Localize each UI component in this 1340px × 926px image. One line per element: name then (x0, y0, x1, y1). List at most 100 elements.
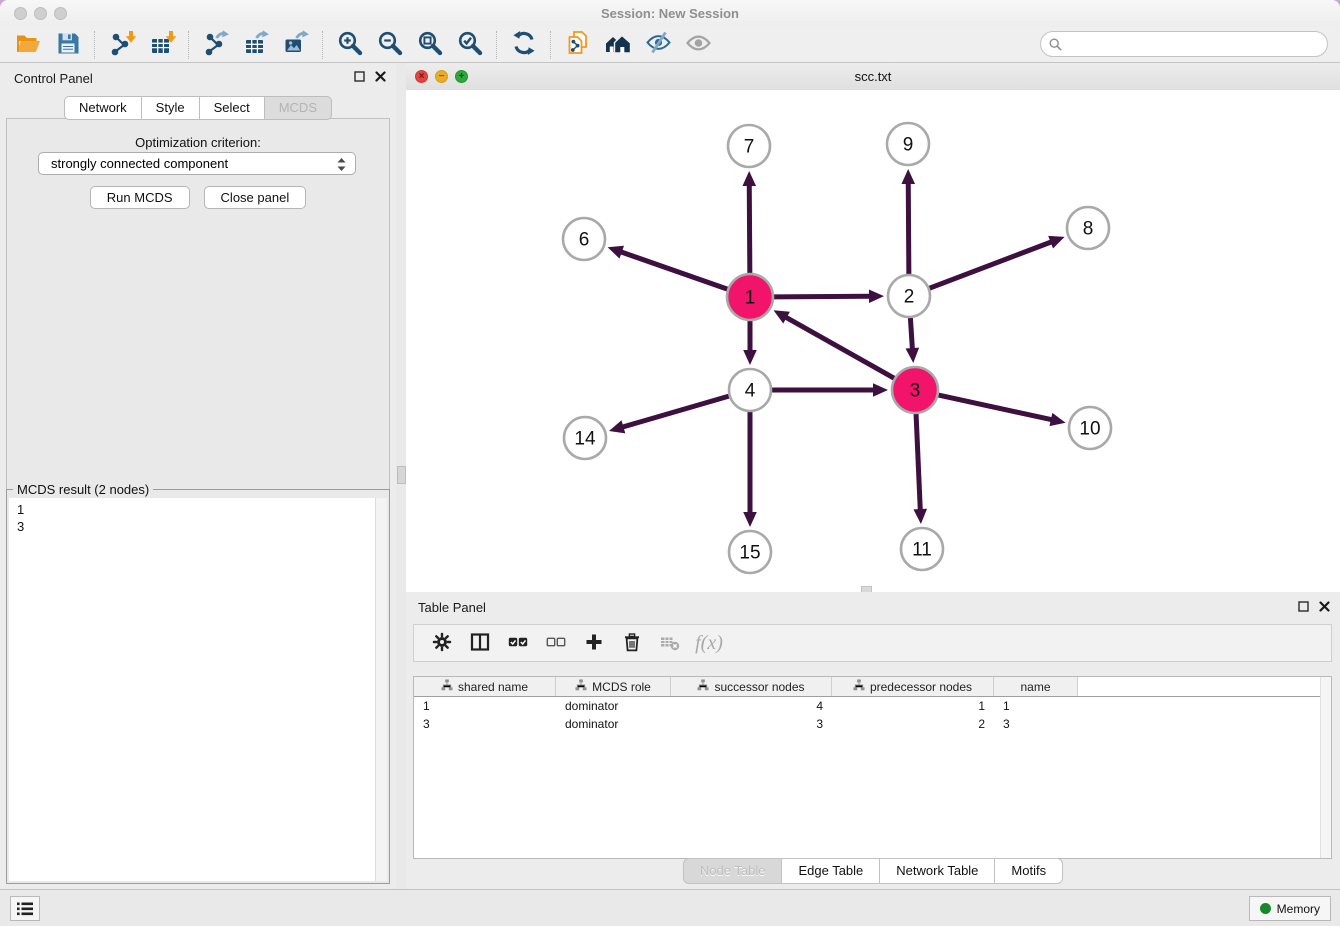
app-window: Session: New Session Control Panel Netwo… (0, 0, 1340, 926)
network-graph[interactable]: 7968124314101511 (406, 90, 1340, 592)
float-panel-icon[interactable] (354, 71, 365, 82)
tab-select[interactable]: Select (200, 96, 265, 120)
arrowhead-1-4 (743, 350, 757, 365)
task-history-button[interactable] (10, 896, 40, 921)
node-table[interactable]: shared name MCDS role successor nodesprede… (413, 676, 1332, 859)
table-cell[interactable]: 1 (994, 699, 1078, 715)
control-panel-header: Control Panel (0, 63, 396, 93)
column-header-predecessor-nodes[interactable]: predecessor nodes (832, 677, 994, 696)
table-cell[interactable]: 3 (994, 717, 1078, 733)
mcds-result-title: MCDS result (2 nodes) (13, 482, 153, 497)
zoom-fit-button[interactable] (410, 29, 450, 61)
graph-node-label-15: 15 (739, 543, 760, 564)
network-view-window: × − + scc.txt 7968124314101511 (406, 63, 1340, 592)
edge-1-7[interactable] (749, 184, 750, 273)
zoom-out-button[interactable] (370, 29, 410, 61)
hide-panel-eye-button[interactable] (638, 29, 678, 61)
tab-motifs[interactable]: Motifs (995, 858, 1063, 884)
table-cell[interactable]: 1 (832, 699, 994, 715)
titlebar: Session: New Session (0, 0, 1340, 27)
column-header-shared-name[interactable]: shared name (414, 677, 556, 696)
arrowhead-2-9 (901, 169, 915, 184)
show-eye-icon (685, 30, 712, 60)
close-panel-icon[interactable] (375, 71, 386, 82)
mcds-result-scrollbar[interactable] (375, 498, 387, 881)
export-table-icon (243, 30, 270, 60)
table-cell[interactable]: 3 (414, 717, 556, 733)
run-mcds-button[interactable]: Run MCDS (90, 186, 190, 209)
mcds-result-area[interactable]: 1 3 (9, 498, 387, 881)
edge-1-6[interactable] (620, 252, 727, 290)
clone-network-button[interactable] (558, 29, 598, 61)
tree-sort-icon (575, 679, 587, 694)
table-cell[interactable]: 4 (671, 699, 832, 715)
column-header-successor-nodes[interactable]: successor nodes (671, 677, 832, 696)
table-cell[interactable]: 2 (832, 717, 994, 733)
close-panel-button[interactable]: Close panel (204, 186, 307, 209)
search-input[interactable] (1067, 36, 1327, 53)
column-label: MCDS role (592, 680, 651, 694)
delete-columns-button[interactable] (616, 628, 648, 658)
search-box[interactable] (1040, 31, 1328, 57)
table-cell[interactable]: dominator (556, 699, 671, 715)
zoom-selected-button[interactable] (450, 29, 490, 61)
edge-3-11[interactable] (916, 414, 920, 511)
settings-gear-button[interactable] (426, 628, 458, 658)
save-session-button[interactable] (48, 29, 88, 61)
tab-network-table[interactable]: Network Table (880, 858, 995, 884)
split-columns-icon (470, 632, 490, 655)
table-scrollbar[interactable] (1320, 677, 1331, 858)
network-canvas[interactable]: 7968124314101511 (406, 90, 1340, 592)
table-cell[interactable]: 3 (671, 717, 832, 733)
edge-2-8[interactable] (930, 241, 1053, 288)
table-cell[interactable]: dominator (556, 717, 671, 733)
control-panel-tabs: NetworkStyleSelectMCDS (0, 96, 396, 118)
refresh-button[interactable] (504, 29, 544, 61)
table-cell[interactable]: 1 (414, 699, 556, 715)
export-image-button[interactable] (276, 29, 316, 61)
zoom-in-button[interactable] (330, 29, 370, 61)
select-all-columns-button[interactable] (502, 628, 534, 658)
zoom-in-icon (337, 30, 364, 60)
delete-table-icon (660, 632, 680, 655)
tab-edge-table[interactable]: Edge Table (782, 858, 880, 884)
float-table-panel-icon[interactable] (1298, 601, 1309, 612)
split-columns-button[interactable] (464, 628, 496, 658)
edge-3-10[interactable] (938, 395, 1052, 420)
tab-network[interactable]: Network (64, 96, 142, 120)
optimization-criterion-select[interactable]: strongly connected component (38, 152, 356, 175)
tab-node-table[interactable]: Node Table (683, 858, 783, 884)
arrowhead-4-14 (609, 420, 625, 433)
column-header-name[interactable]: name (994, 677, 1078, 696)
splitter-handle[interactable] (397, 466, 406, 484)
export-network-button[interactable] (196, 29, 236, 61)
optimization-criterion-label: Optimization criterion: (0, 135, 396, 150)
control-panel: Control Panel NetworkStyleSelectMCDS Opt… (0, 63, 396, 890)
open-file-button[interactable] (8, 29, 48, 61)
import-network-button[interactable] (102, 29, 142, 61)
graph-node-label-1: 1 (745, 288, 756, 309)
edge-1-2[interactable] (774, 296, 871, 297)
column-header-MCDS-role[interactable]: MCDS role (556, 677, 671, 696)
table-header-row: shared name MCDS role successor nodesprede… (414, 677, 1331, 697)
edge-2-9[interactable] (908, 182, 909, 274)
create-column-button[interactable] (578, 628, 610, 658)
column-label: shared name (458, 680, 528, 694)
close-table-panel-icon[interactable] (1319, 601, 1330, 612)
edge-2-3[interactable] (910, 318, 912, 350)
edge-3-1[interactable] (785, 317, 894, 379)
export-table-button[interactable] (236, 29, 276, 61)
import-table-button[interactable] (142, 29, 182, 61)
graph-node-label-9: 9 (903, 135, 914, 156)
tab-style[interactable]: Style (142, 96, 200, 120)
edge-4-14[interactable] (621, 396, 728, 427)
graph-node-label-14: 14 (574, 429, 596, 450)
tab-mcds[interactable]: MCDS (265, 96, 332, 120)
table-row[interactable]: 3dominator323 (414, 717, 1331, 733)
table-row[interactable]: 1dominator411 (414, 699, 1331, 715)
graph-node-label-3: 3 (910, 381, 921, 402)
memory-button[interactable]: Memory (1249, 896, 1331, 921)
home-button[interactable] (598, 29, 638, 61)
open-file-icon (15, 30, 42, 60)
unselect-all-columns-button[interactable] (540, 628, 572, 658)
